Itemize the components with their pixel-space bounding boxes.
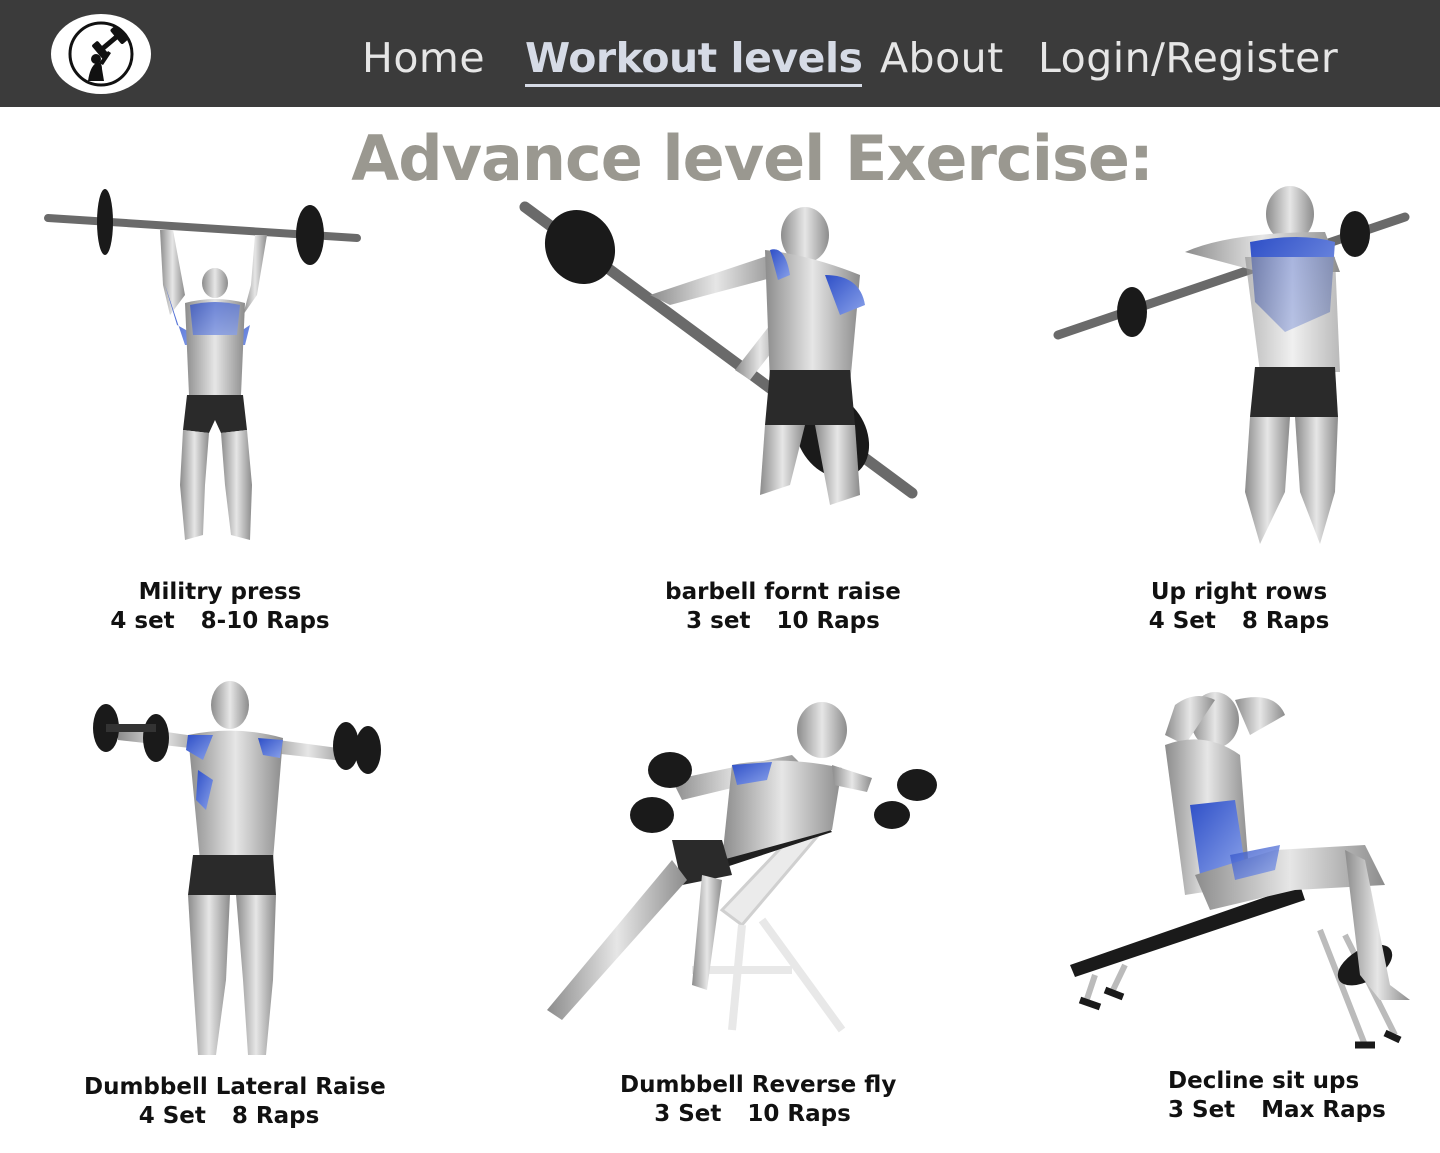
exercise-sets: 4 Set: [1148, 608, 1216, 634]
dumbbell-lateral-raise-illustration: [93, 681, 381, 1055]
exercise-sets: 3 Set: [654, 1101, 722, 1127]
decline-sit-ups-illustration: [1070, 692, 1410, 1049]
exercise-sets: 3 set: [686, 608, 751, 634]
nav-home-link[interactable]: Home: [362, 34, 485, 82]
exercise-reps: 10 Raps: [747, 1101, 851, 1127]
navbar: Home Workout levels About Login/Register: [0, 0, 1440, 107]
dumbbell-reverse-fly-illustration: [547, 702, 937, 1033]
nav-login-register-link[interactable]: Login/Register: [1038, 34, 1338, 82]
exercise-name: Decline sit ups: [1168, 1068, 1360, 1094]
exercise-sets: 4 set: [110, 608, 175, 634]
nav-about-link[interactable]: About: [880, 34, 1004, 82]
barbell-front-raise-illustration: [519, 201, 918, 505]
logo[interactable]: [51, 14, 151, 94]
nav-workout-levels-link[interactable]: Workout levels: [525, 34, 863, 87]
exercise-name: barbell fornt raise: [665, 579, 901, 605]
exercise-name: Dumbbell Lateral Raise: [84, 1074, 386, 1100]
exercise-name: Militry press: [138, 579, 302, 605]
exercise-name: Dumbbell Reverse fly: [620, 1072, 897, 1098]
exercise-reps: 8 Raps: [1241, 608, 1330, 634]
military-press-illustration: [44, 189, 361, 540]
exercise-reps: 8 Raps: [231, 1103, 320, 1129]
exercise-reps: Max Raps: [1261, 1097, 1386, 1123]
exercise-name: Up right rows: [1150, 579, 1328, 605]
exercise-reps: 8-10 Raps: [200, 608, 330, 634]
exercise-sets: 3 Set: [1168, 1097, 1236, 1123]
exercise-sets: 4 Set: [138, 1103, 206, 1129]
dumbbell-lifter-logo-icon: [68, 21, 134, 87]
exercise-reps: 10 Raps: [776, 608, 880, 634]
upright-rows-illustration: [1053, 186, 1410, 544]
